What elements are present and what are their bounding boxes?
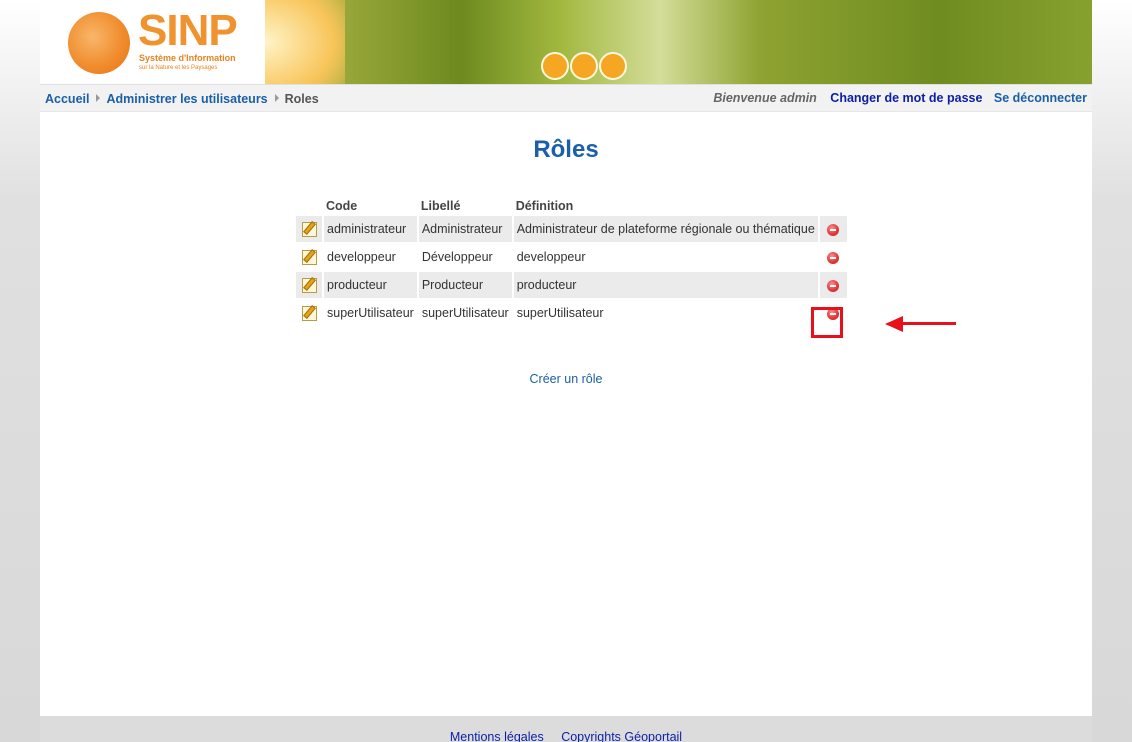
breadcrumb: Accueil Administrer les utilisateurs Roles xyxy=(45,92,319,106)
change-password-link[interactable]: Changer de mot de passe xyxy=(830,91,982,105)
table-row: producteur Producteur producteur xyxy=(296,272,847,298)
right-margin xyxy=(1092,0,1132,742)
legal-notice-link[interactable]: Mentions légales xyxy=(450,730,544,742)
page-container: SINP Système d'Information sur la Nature… xyxy=(40,0,1092,716)
column-header-definition: Définition xyxy=(515,199,574,213)
breadcrumb-home[interactable]: Accueil xyxy=(45,92,89,106)
header-edit-spacer xyxy=(296,198,322,214)
welcome-text: Bienvenue admin xyxy=(713,91,817,105)
create-role-link[interactable]: Créer un rôle xyxy=(40,372,1092,386)
copyrights-link[interactable]: Copyrights Géoportail xyxy=(561,730,682,742)
role-code: developpeur xyxy=(327,250,396,264)
role-code: producteur xyxy=(324,272,417,298)
logout-link[interactable]: Se déconnecter xyxy=(994,91,1087,105)
breadcrumb-admin-users[interactable]: Administrer les utilisateurs xyxy=(106,92,267,106)
logo-subtitle: Système d'Information xyxy=(139,53,236,63)
header-banner: SINP Système d'Information sur la Nature… xyxy=(40,0,1092,84)
role-definition: Administrateur de plateforme régionale o… xyxy=(513,216,818,242)
logo-subtitle-2: sur la Nature et les Paysages xyxy=(139,65,218,71)
table-row: superUtilisateur superUtilisateur superU… xyxy=(296,300,847,326)
badge-icon xyxy=(541,52,569,80)
edit-cell xyxy=(296,244,322,270)
navigation-bar: Accueil Administrer les utilisateurs Roles… xyxy=(40,84,1092,112)
highlight-annotation-box xyxy=(811,307,843,338)
table-header-row: Code Libellé Définition xyxy=(296,198,847,214)
role-label: Producteur xyxy=(418,272,512,298)
column-header-code: Code xyxy=(326,199,358,213)
role-definition: developpeur xyxy=(516,250,586,264)
breadcrumb-current: Roles xyxy=(284,92,319,106)
role-label: superUtilisateur xyxy=(421,306,509,320)
banner-sun-decoration xyxy=(265,0,345,84)
edit-cell xyxy=(296,216,322,242)
roles-table: Code Libellé Définition administrateur A… xyxy=(294,196,849,328)
badge-icon xyxy=(599,52,627,80)
logo-title: SINP xyxy=(138,6,238,55)
role-label: Administrateur xyxy=(418,216,512,242)
user-menu: Bienvenue admin Changer de mot de passe … xyxy=(713,91,1087,105)
delete-minus-icon[interactable] xyxy=(827,223,840,236)
delete-cell xyxy=(819,272,847,298)
table-row: developpeur Développeur developpeur xyxy=(296,244,847,270)
role-code: superUtilisateur xyxy=(327,306,414,320)
role-code: administrateur xyxy=(324,216,417,242)
delete-minus-icon[interactable] xyxy=(827,251,840,264)
breadcrumb-separator-icon xyxy=(96,94,101,102)
role-label: Développeur xyxy=(421,250,493,264)
table-row: administrateur Administrateur Administra… xyxy=(296,216,847,242)
delete-minus-icon[interactable] xyxy=(827,279,840,292)
delete-cell xyxy=(819,216,847,242)
footer: Mentions légales Copyrights Géoportail xyxy=(0,730,1132,742)
edit-cell xyxy=(296,272,322,298)
sinp-logo[interactable]: SINP Système d'Information sur la Nature… xyxy=(40,0,265,84)
column-header-label: Libellé xyxy=(420,199,461,213)
annotation-arrow-icon xyxy=(900,322,956,325)
role-definition: producteur xyxy=(513,272,818,298)
edit-pencil-icon[interactable] xyxy=(301,249,317,265)
edit-pencil-icon[interactable] xyxy=(301,221,317,237)
delete-cell xyxy=(820,244,847,270)
left-margin xyxy=(0,0,40,742)
edit-cell xyxy=(296,300,322,326)
badge-icon xyxy=(570,52,598,80)
breadcrumb-separator-icon xyxy=(274,94,279,102)
edit-pencil-icon[interactable] xyxy=(301,305,317,321)
edit-pencil-icon[interactable] xyxy=(301,277,317,293)
logo-emblem-icon xyxy=(68,12,130,74)
header-delete-spacer xyxy=(820,198,847,214)
role-definition: superUtilisateur xyxy=(516,306,604,320)
page-title: Rôles xyxy=(533,136,599,163)
